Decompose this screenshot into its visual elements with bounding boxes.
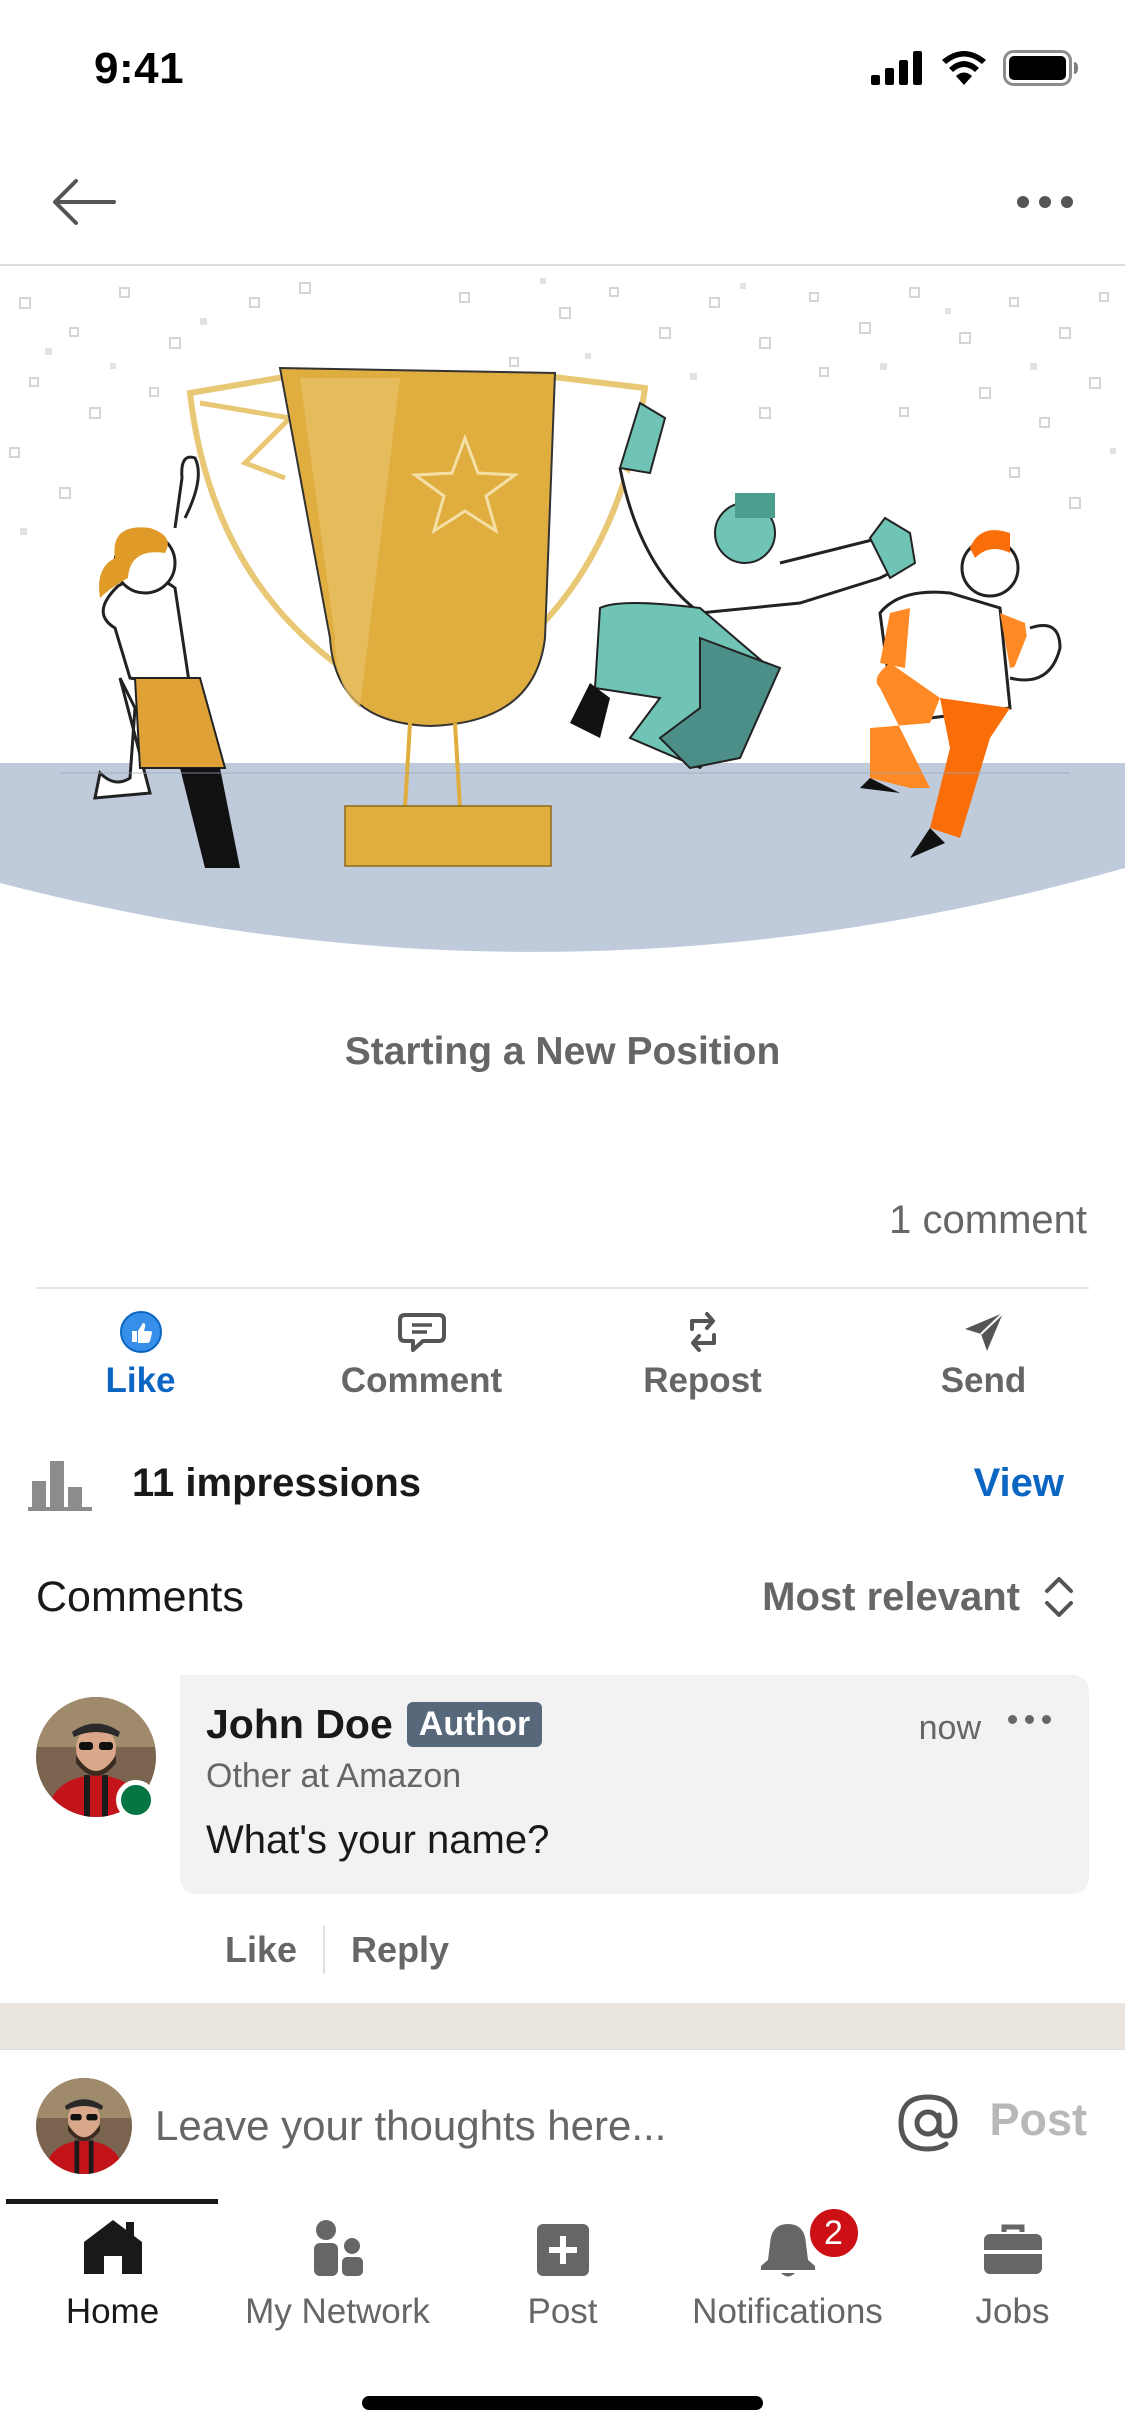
repost-icon	[689, 1312, 716, 1352]
dot-icon	[1042, 1715, 1051, 1724]
event-title: Starting a New Position	[344, 1030, 781, 1073]
comment-input[interactable]	[155, 2096, 855, 2156]
comment-reply-button[interactable]: Reply	[351, 1929, 449, 1971]
sort-chevron-icon	[1045, 1577, 1073, 1617]
comment-more-options-button[interactable]	[1008, 1715, 1051, 1724]
notification-count-badge: 2	[806, 2206, 861, 2260]
comments-title: Comments	[36, 1572, 244, 1621]
profile-photo	[36, 2078, 132, 2174]
tab-notifications-label: Notifications	[692, 2292, 883, 2331]
send-label: Send	[940, 1361, 1027, 1400]
comments-header: Comments Most relevant	[36, 1562, 1076, 1632]
commenter-name[interactable]: John Doe	[206, 1701, 393, 1748]
tab-post[interactable]: Post	[450, 2212, 675, 2332]
dot-icon	[1017, 196, 1029, 208]
more-options-button[interactable]	[1005, 170, 1085, 234]
celebration-illustration	[0, 268, 1125, 968]
trophy-celebration-image	[0, 278, 1125, 952]
comment-like-button[interactable]: Like	[225, 1929, 297, 1971]
add-post-icon	[536, 2224, 589, 2276]
comment-label: Comment	[340, 1361, 503, 1400]
tab-home[interactable]: Home	[0, 2212, 225, 2332]
tab-my-network-label: My Network	[245, 2292, 430, 2331]
briefcase-icon	[983, 2224, 1042, 2274]
comment-actions: Like Reply	[225, 1925, 449, 1975]
author-badge: Author	[406, 1702, 543, 1747]
wifi-icon	[942, 51, 986, 85]
sort-label: Most relevant	[762, 1574, 1020, 1619]
divider	[36, 1287, 1089, 1289]
like-icon	[119, 1311, 162, 1353]
tab-jobs-label: Jobs	[975, 2292, 1050, 2331]
bar-chart-icon	[28, 1461, 92, 1511]
status-time: 9:41	[94, 44, 185, 93]
home-icon	[83, 2220, 142, 2274]
battery-icon	[1003, 50, 1078, 86]
send-button[interactable]: Send	[843, 1305, 1124, 1425]
active-tab-indicator	[6, 2199, 218, 2204]
social-action-bar: Like Comment Repost Send	[0, 1305, 1125, 1425]
confetti-decoration	[9, 282, 1109, 509]
comment-text: What's your name?	[206, 1818, 550, 1862]
tab-post-label: Post	[527, 2292, 598, 2331]
repost-label: Repost	[643, 1361, 762, 1400]
tab-jobs[interactable]: Jobs	[900, 2212, 1125, 2332]
dot-icon	[1061, 196, 1073, 208]
tab-my-network[interactable]: My Network	[225, 2212, 450, 2332]
commenter-headline: Other at Amazon	[206, 1757, 462, 1795]
mention-icon[interactable]	[893, 2088, 963, 2158]
comment-button[interactable]: Comment	[281, 1305, 562, 1425]
dot-icon	[1008, 1715, 1017, 1724]
arrow-left-icon	[53, 179, 116, 225]
post-comment-button[interactable]: Post	[989, 2094, 1087, 2146]
cellular-signal-icon	[871, 51, 922, 85]
impressions-row: 11 impressions View	[28, 1448, 1098, 1518]
comment-count[interactable]: 1 comment	[889, 1198, 1087, 1243]
separator	[323, 1926, 326, 1974]
sort-dropdown[interactable]: Most relevant	[762, 1573, 1076, 1621]
comment-bubble: John Doe Author now Other at Amazon What…	[180, 1675, 1089, 1894]
comment-icon	[397, 1313, 446, 1352]
home-indicator[interactable]	[362, 2396, 763, 2410]
like-button[interactable]: Like	[0, 1305, 281, 1425]
section-separator	[0, 2003, 1125, 2049]
trophy-base	[344, 805, 552, 867]
status-bar: 9:41	[0, 0, 1125, 140]
man-figure	[570, 401, 917, 770]
repost-button[interactable]: Repost	[562, 1305, 843, 1425]
network-icon	[313, 2220, 363, 2276]
send-icon	[964, 1312, 1004, 1351]
dot-icon	[1039, 196, 1051, 208]
user-avatar	[36, 2078, 132, 2174]
comment-composer: Post	[0, 2049, 1125, 2199]
like-label: Like	[105, 1361, 176, 1400]
impressions-count: 11 impressions	[132, 1460, 422, 1505]
view-analytics-link[interactable]: View	[974, 1461, 1064, 1506]
tab-notifications[interactable]: 2 Notifications	[675, 2206, 900, 2332]
dot-icon	[1025, 1715, 1034, 1724]
online-status-indicator	[116, 1780, 156, 1820]
comment-timestamp: now	[918, 1709, 981, 1747]
top-navigation	[0, 140, 1125, 266]
tab-home-label: Home	[65, 2292, 160, 2331]
back-button[interactable]	[44, 170, 124, 234]
